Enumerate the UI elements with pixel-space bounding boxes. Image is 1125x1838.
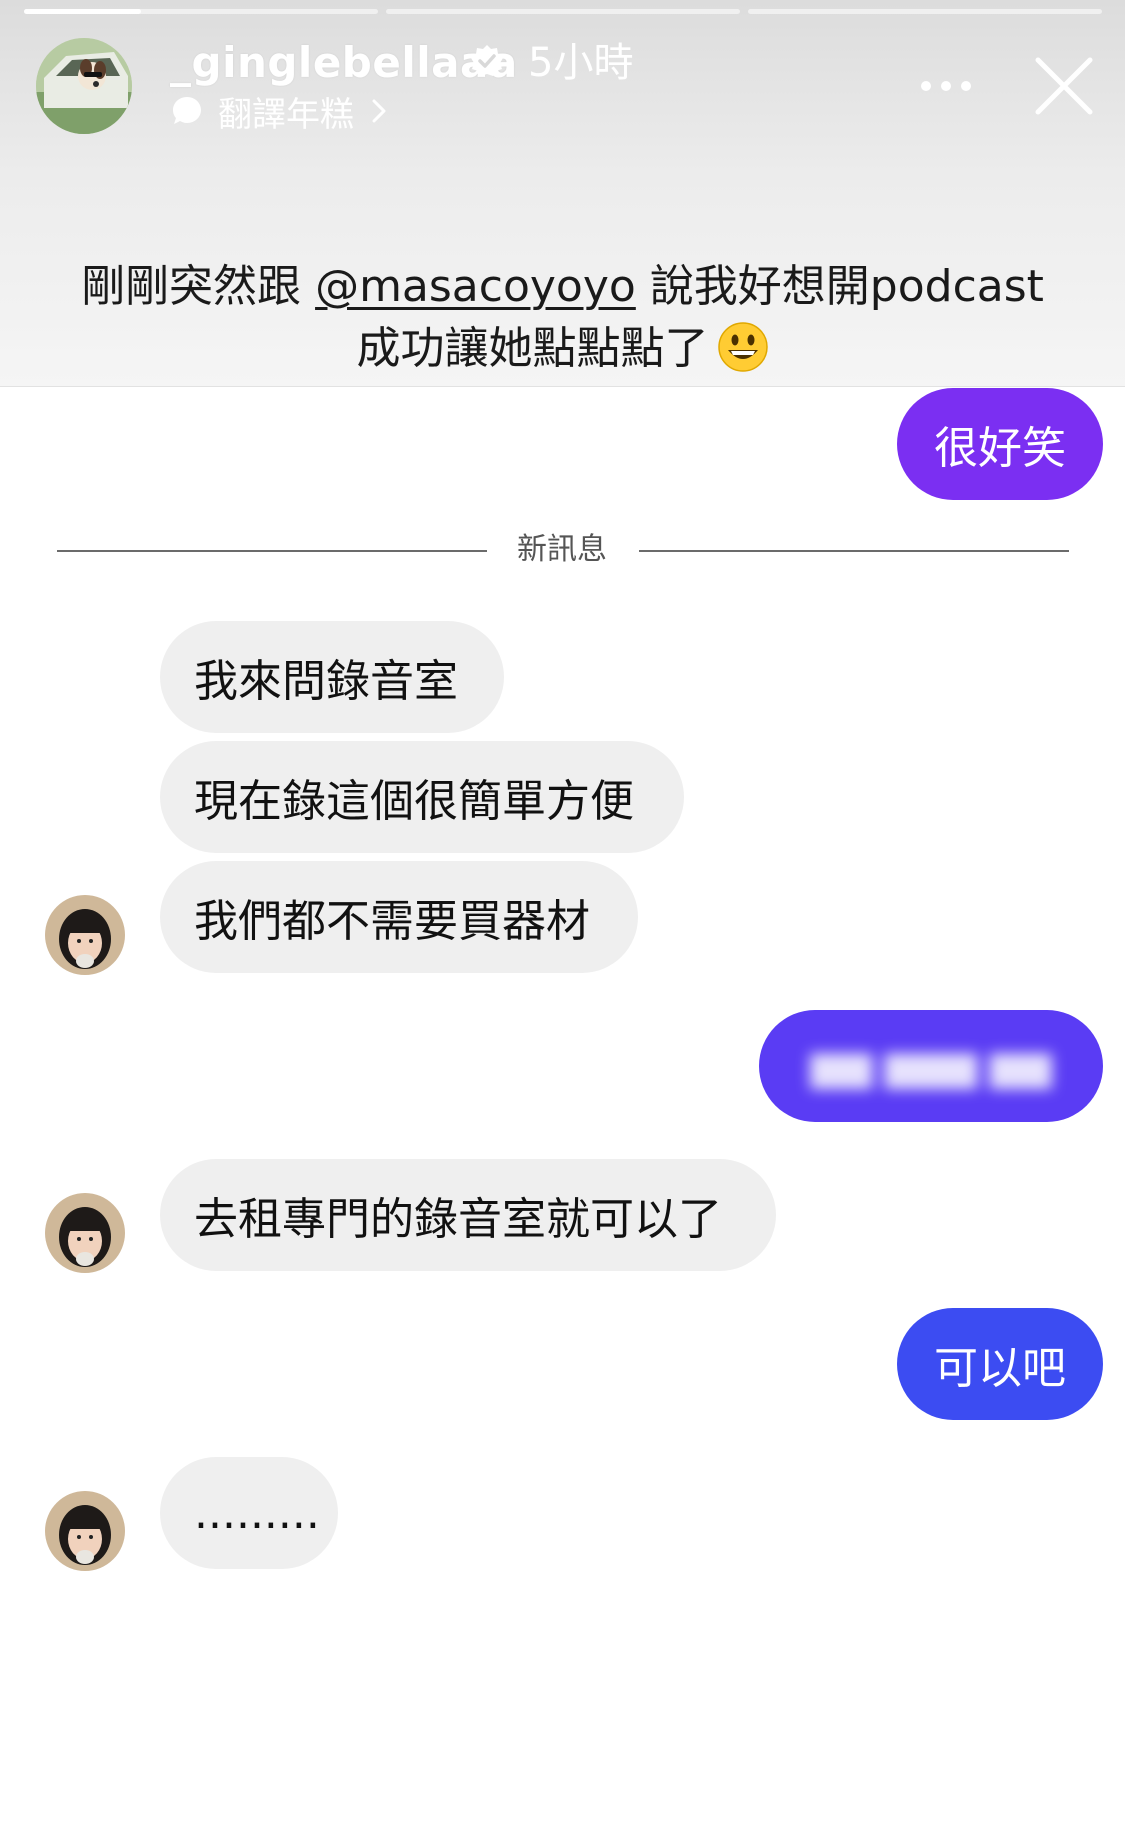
story-music-row[interactable]: 翻譯年糕 xyxy=(170,88,390,135)
story-progress-segment-1 xyxy=(24,9,378,14)
story-caption: 剛剛突然跟 @masacoyoyo 說我好想開podcast 成功讓她點點點了 xyxy=(0,256,1125,380)
caption-line-1: 剛剛突然跟 @masacoyoyo 說我好想開podcast xyxy=(0,256,1125,318)
sender-avatar-image xyxy=(45,1193,125,1273)
message-text: 我來問錄音室 xyxy=(194,656,458,707)
grinning-face-emoji xyxy=(717,322,768,372)
sender-avatar[interactable] xyxy=(45,1491,125,1571)
caption-line-2: 成功讓她點點點了 xyxy=(0,318,1125,380)
close-icon[interactable] xyxy=(1030,52,1098,120)
message-bubble-incoming[interactable]: 現在錄這個很簡單方便 xyxy=(160,741,684,853)
divider-line-right xyxy=(639,550,1069,552)
new-messages-divider-label: 新訊息 xyxy=(517,532,607,567)
message-text: 很好笑 xyxy=(934,423,1066,474)
message-bubble-outgoing[interactable]: 可以吧 xyxy=(897,1308,1103,1420)
story-progress-fill-1 xyxy=(24,9,141,14)
dog-in-car-avatar-image xyxy=(36,38,132,134)
caption-text-after-mention: 說我好想開podcast xyxy=(649,261,1044,312)
verified-badge-icon xyxy=(471,45,503,76)
message-text: ......... xyxy=(194,1487,320,1539)
story-progress-segment-2 xyxy=(386,9,740,14)
music-title: 翻譯年糕 xyxy=(218,94,354,135)
sender-avatar-image xyxy=(45,895,125,975)
story-header: _ginglebellaaa 5小時 翻譯年糕 剛剛突然跟 @masacoyoy… xyxy=(0,0,1125,387)
message-bubble-outgoing-blurred[interactable]: ▆▆ ▆▆▆ ▆▆ xyxy=(759,1010,1103,1122)
more-icon[interactable] xyxy=(918,68,974,104)
caption-text-before-mention: 剛剛突然跟 xyxy=(81,261,302,312)
sender-avatar[interactable] xyxy=(45,1193,125,1273)
message-bubble-incoming[interactable]: 我來問錄音室 xyxy=(160,621,504,733)
message-bubble-incoming[interactable]: 去租專門的錄音室就可以了 xyxy=(160,1159,776,1271)
message-text: 去租專門的錄音室就可以了 xyxy=(194,1194,722,1245)
caption-text-line-2: 成功讓她點點點了 xyxy=(356,323,709,374)
divider-line-left xyxy=(57,550,487,552)
story-time-ago: 5小時 xyxy=(528,40,634,86)
story-progress-segment-3 xyxy=(748,9,1102,14)
message-text: 現在錄這個很簡單方便 xyxy=(194,776,634,827)
sender-avatar-image xyxy=(45,1491,125,1571)
message-bubble-outgoing[interactable]: 很好笑 xyxy=(897,388,1103,500)
story-username[interactable]: _ginglebellaaa xyxy=(170,38,518,88)
message-text: 可以吧 xyxy=(934,1343,1066,1394)
message-bubble-incoming[interactable]: ......... xyxy=(160,1457,338,1569)
chevron-right-icon xyxy=(372,99,386,123)
message-text: 我們都不需要買器材 xyxy=(194,896,590,947)
music-icon xyxy=(173,97,201,124)
blurred-message-text: ▆▆ ▆▆▆ ▆▆ xyxy=(810,1043,1052,1089)
sender-avatar[interactable] xyxy=(45,895,125,975)
message-bubble-incoming[interactable]: 我們都不需要買器材 xyxy=(160,861,638,973)
story-owner-avatar[interactable] xyxy=(36,38,132,134)
caption-mention-link[interactable]: @masacoyoyo xyxy=(315,261,636,312)
